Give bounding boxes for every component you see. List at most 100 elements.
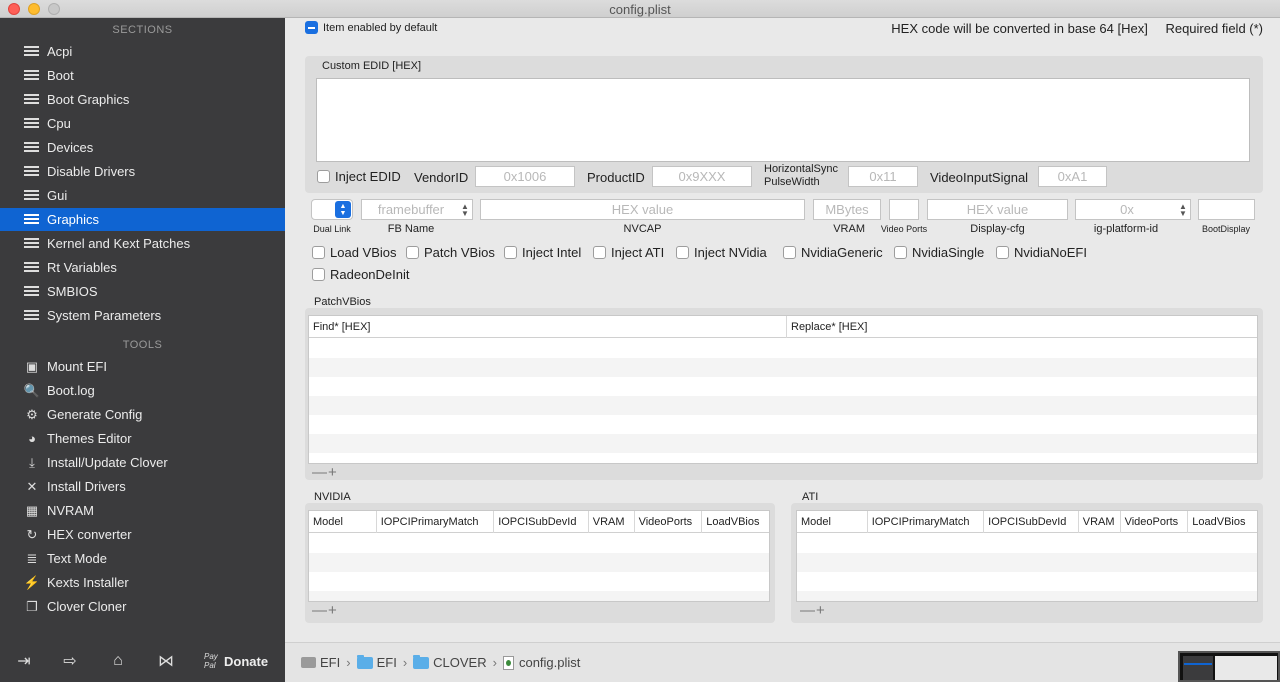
- sidebar-item-rt-variables[interactable]: Rt Variables: [0, 256, 285, 279]
- table-row[interactable]: [309, 358, 1257, 377]
- column-model[interactable]: Model: [797, 511, 868, 533]
- column-model[interactable]: Model: [309, 511, 377, 533]
- sidebar-item-boot[interactable]: Boot: [0, 64, 285, 87]
- column-vram[interactable]: VRAM: [589, 511, 635, 533]
- table-row[interactable]: [797, 591, 1257, 601]
- table-row[interactable]: [309, 396, 1257, 415]
- table-row[interactable]: [309, 591, 769, 601]
- column-vram[interactable]: VRAM: [1079, 511, 1121, 533]
- sidebar-item-acpi[interactable]: Acpi: [0, 40, 285, 63]
- table-row[interactable]: [797, 553, 1257, 572]
- column-video-ports[interactable]: VideoPorts: [635, 511, 703, 533]
- table-row[interactable]: [309, 553, 769, 572]
- check-radeon-deinit[interactable]: RadeonDeInit: [312, 267, 410, 282]
- chevron-updown-icon[interactable]: ▲ ▼: [1176, 200, 1190, 219]
- tool-nvram[interactable]: ▦ NVRAM: [0, 499, 285, 522]
- tool-clover-cloner[interactable]: ❐ Clover Cloner: [0, 595, 285, 618]
- tool-themes-editor[interactable]: ◕ Themes Editor: [0, 427, 285, 450]
- column-iopci-subdevid[interactable]: IOPCISubDevId: [984, 511, 1079, 533]
- tool-install-drivers[interactable]: ✕ Install Drivers: [0, 475, 285, 498]
- table-row[interactable]: [309, 434, 1257, 453]
- hsync-input[interactable]: 0x11: [848, 166, 918, 187]
- chevron-updown-icon[interactable]: ▲ ▼: [458, 200, 472, 219]
- item-enabled-checkbox[interactable]: [305, 21, 318, 34]
- tool-mount-efi[interactable]: ▣ Mount EFI: [0, 355, 285, 378]
- inject-edid-row[interactable]: Inject EDID: [317, 169, 401, 184]
- vendor-id-input[interactable]: 0x1006: [475, 166, 575, 187]
- ati-remove-row-button[interactable]: —: [800, 602, 815, 619]
- column-load-vbios[interactable]: LoadVBios: [1188, 511, 1257, 533]
- vram-input[interactable]: MBytes: [813, 199, 881, 220]
- checkbox[interactable]: [406, 246, 419, 259]
- column-find[interactable]: Find* [HEX]: [309, 316, 787, 338]
- sidebar-item-devices[interactable]: Devices: [0, 136, 285, 159]
- check-nvidia-generic[interactable]: NvidiaGeneric: [783, 245, 883, 260]
- check-inject-ati[interactable]: Inject ATI: [593, 245, 664, 260]
- inject-edid-checkbox[interactable]: [317, 170, 330, 183]
- path-item-clover-folder[interactable]: CLOVER: [413, 654, 487, 670]
- checkbox[interactable]: [894, 246, 907, 259]
- home-icon[interactable]: ⌂: [108, 651, 128, 671]
- ig-platform-id-combobox[interactable]: 0x ▲ ▼: [1075, 199, 1191, 220]
- remove-row-button[interactable]: —: [312, 464, 327, 481]
- product-id-input[interactable]: 0x9XXX: [652, 166, 752, 187]
- patch-vbios-table[interactable]: Find* [HEX] Replace* [HEX]: [308, 315, 1258, 464]
- boot-display-input[interactable]: [1198, 199, 1255, 220]
- tool-install-update-clover[interactable]: ⤓ Install/Update Clover: [0, 451, 285, 474]
- column-load-vbios[interactable]: LoadVBios: [702, 511, 769, 533]
- check-patch-vbios[interactable]: Patch VBios: [406, 245, 495, 260]
- custom-edid-textarea[interactable]: [316, 78, 1250, 162]
- tool-hex-converter[interactable]: ↻ HEX converter: [0, 523, 285, 546]
- check-load-vbios[interactable]: Load VBios: [312, 245, 397, 260]
- nvcap-input[interactable]: HEX value: [480, 199, 805, 220]
- column-replace[interactable]: Replace* [HEX]: [787, 316, 1257, 338]
- sidebar-item-gui[interactable]: Gui: [0, 184, 285, 207]
- donate-button[interactable]: Donate: [224, 654, 268, 669]
- item-enabled-row[interactable]: Item enabled by default: [305, 21, 437, 34]
- checkbox[interactable]: [312, 268, 325, 281]
- display-cfg-input[interactable]: HEX value: [927, 199, 1068, 220]
- dual-link-popup[interactable]: ▲ ▼: [311, 199, 353, 220]
- video-ports-input[interactable]: [889, 199, 919, 220]
- check-inject-intel[interactable]: Inject Intel: [504, 245, 581, 260]
- video-input-signal-input[interactable]: 0xA1: [1038, 166, 1107, 187]
- sidebar-item-disable-drivers[interactable]: Disable Drivers: [0, 160, 285, 183]
- tool-boot-log[interactable]: 🔍 Boot.log: [0, 379, 285, 402]
- tool-text-mode[interactable]: ≣ Text Mode: [0, 547, 285, 570]
- ati-add-row-button[interactable]: +: [816, 602, 825, 619]
- screenshot-thumbnail[interactable]: [1178, 651, 1280, 682]
- checkbox[interactable]: [593, 246, 606, 259]
- checkbox[interactable]: [783, 246, 796, 259]
- fb-name-combobox[interactable]: framebuffer ▲ ▼: [361, 199, 473, 220]
- sidebar-item-cpu[interactable]: Cpu: [0, 112, 285, 135]
- add-row-button[interactable]: +: [328, 464, 337, 481]
- checkbox[interactable]: [504, 246, 517, 259]
- sidebar-item-smbios[interactable]: SMBIOS: [0, 280, 285, 303]
- ati-table[interactable]: Model IOPCIPrimaryMatch IOPCISubDevId VR…: [796, 510, 1258, 602]
- nvidia-add-row-button[interactable]: +: [328, 602, 337, 619]
- checkbox[interactable]: [312, 246, 325, 259]
- column-video-ports[interactable]: VideoPorts: [1121, 511, 1189, 533]
- tool-generate-config[interactable]: ⚙ Generate Config: [0, 403, 285, 426]
- column-iopci-subdevid[interactable]: IOPCISubDevId: [494, 511, 589, 533]
- nvidia-remove-row-button[interactable]: —: [312, 602, 327, 619]
- check-nvidia-single[interactable]: NvidiaSingle: [894, 245, 984, 260]
- column-iopci-primary-match[interactable]: IOPCIPrimaryMatch: [868, 511, 985, 533]
- tool-kexts-installer[interactable]: ⚡ Kexts Installer: [0, 571, 285, 594]
- export-icon[interactable]: ⇨: [60, 651, 80, 671]
- check-nvidia-no-efi[interactable]: NvidiaNoEFI: [996, 245, 1087, 260]
- path-item-efi-volume[interactable]: EFI: [301, 655, 340, 670]
- check-inject-nvidia[interactable]: Inject NVidia: [676, 245, 767, 260]
- checkbox[interactable]: [676, 246, 689, 259]
- import-icon[interactable]: ⇥: [14, 651, 34, 671]
- path-item-config-plist[interactable]: config.plist: [502, 655, 580, 670]
- sidebar-item-graphics[interactable]: Graphics: [0, 208, 285, 231]
- column-iopci-primary-match[interactable]: IOPCIPrimaryMatch: [377, 511, 495, 533]
- nvidia-table[interactable]: Model IOPCIPrimaryMatch IOPCISubDevId VR…: [308, 510, 770, 602]
- sidebar-item-kernel-and-kext-patches[interactable]: Kernel and Kext Patches: [0, 232, 285, 255]
- sidebar-item-system-parameters[interactable]: System Parameters: [0, 304, 285, 327]
- path-item-efi-folder[interactable]: EFI: [356, 654, 397, 670]
- checkbox[interactable]: [996, 246, 1009, 259]
- share-icon[interactable]: ⋈: [156, 651, 176, 671]
- sidebar-item-boot-graphics[interactable]: Boot Graphics: [0, 88, 285, 111]
